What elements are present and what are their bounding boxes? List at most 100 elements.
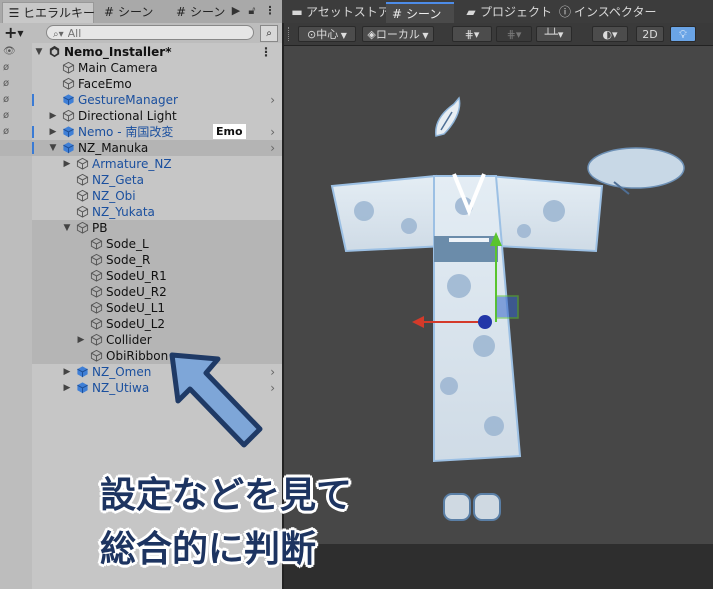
gameobject-icon [62,77,75,90]
toggle-2d-button[interactable]: 2D [636,26,664,42]
item-label: SodeU_R2 [106,285,167,299]
scene-menu-icon[interactable]: ⋮ [260,44,272,60]
hierarchy-item-nz-yukata[interactable]: NZ_Yukata [0,204,282,220]
hierarchy-item-gesturemanager[interactable]: ø GestureManager › [0,92,282,108]
grid-snap-dropdown[interactable]: ⋕▾ [452,26,492,42]
lighting-toggle-button[interactable]: 💡︎ [670,26,696,42]
hierarchy-item-sode-r[interactable]: Sode_R [0,252,282,268]
expand-arrow-icon[interactable]: ▼ [33,44,45,60]
tab-scene-2[interactable]: # シーン [170,2,228,23]
tab-scene[interactable]: # シーン [386,2,454,23]
prefab-variant-icon [63,126,74,138]
collapse-arrow-icon[interactable]: ▼ [61,220,73,236]
item-label: Sode_L [106,237,149,251]
hierarchy-item-sode-l[interactable]: Sode_L [0,236,282,252]
item-label: SodeU_R1 [106,269,167,283]
unity-scene-icon [49,45,60,58]
dropdown-arrow-icon: ▼ [419,31,429,40]
expand-arrow-icon[interactable]: ▶ [61,364,73,380]
pivot-dropdown[interactable]: ⊙中心 ▼ [298,26,356,42]
snap-icon: ⋕▾ [506,28,522,41]
search-box[interactable]: ⌕▾ [46,25,254,40]
lightbulb-icon: 💡︎ [679,28,687,41]
item-label: Sode_R [106,253,151,267]
prefab-icon [77,366,88,378]
toggle-2d-label: 2D [642,28,658,41]
collapse-arrow-icon[interactable]: ▼ [47,140,59,156]
chevron-right-icon[interactable]: › [270,380,275,396]
tab-project[interactable]: ▰ プロジェクト [460,2,552,23]
pivot-icon: ⊙ [307,28,317,41]
gameobject-icon [90,317,103,330]
eye-icon[interactable]: 👁︎ [3,44,16,60]
hierarchy-item-main-camera[interactable]: ø Main Camera [0,60,282,76]
hierarchy-item-pb[interactable]: ▼ PB [0,220,282,236]
expand-arrow-icon[interactable]: ▶ [75,332,87,348]
tab-inspector[interactable]: ⓘ インスペクター [554,2,664,23]
emo-tag: Emo [213,124,246,139]
toolbar-grip-icon [288,27,291,41]
eye-hidden-icon[interactable]: ø [3,92,9,108]
store-icon: ▬ [291,5,303,19]
geta-right [473,493,501,521]
hierarchy-item-sodeu-l1[interactable]: SodeU_L1 [0,300,282,316]
gameobject-icon [90,269,103,282]
hierarchy-root-row[interactable]: 👁︎ ▼ Nemo_Installer* ⋮ [0,44,282,60]
hierarchy-item-nemo[interactable]: ø ▶ Nemo - 南国改変 Emo › [0,124,282,140]
ruler-dropdown[interactable]: ┴┴▾ [536,26,572,42]
tab-scene-1-label: シーン [118,5,154,19]
shading-dropdown[interactable]: ◐▾ [592,26,628,42]
tab-scroll-right-icon[interactable]: ▶ [228,3,244,19]
prefab-icon [63,142,74,154]
chevron-right-icon[interactable]: › [270,364,275,380]
item-label: PB [92,221,108,235]
expand-arrow-icon[interactable]: ▶ [47,124,59,140]
chevron-right-icon[interactable]: › [270,92,275,108]
gizmo-z-handle [478,315,492,329]
hierarchy-item-sodeu-r2[interactable]: SodeU_R2 [0,284,282,300]
eye-hidden-icon[interactable]: ø [3,76,9,92]
item-label: ObiRibbon [106,349,169,363]
prefab-override-marker [32,94,34,106]
plus-icon: + [4,23,18,42]
eye-hidden-icon[interactable]: ø [3,108,9,124]
increment-snap-dropdown[interactable]: ⋕▾ [496,26,532,42]
hierarchy-item-armature-nz[interactable]: ▶ Armature_NZ [0,156,282,172]
gameobject-icon [76,173,89,186]
hierarchy-item-nz-geta[interactable]: NZ_Geta [0,172,282,188]
hierarchy-item-sodeu-l2[interactable]: SodeU_L2 [0,316,282,332]
hierarchy-item-faceemo[interactable]: ø FaceEmo [0,76,282,92]
scene-root: Nemo_Installer* [48,44,171,60]
eye-hidden-icon[interactable]: ø [3,60,9,76]
obi-cord [449,238,489,242]
expand-arrow-icon[interactable]: ▶ [47,108,59,124]
chevron-right-icon[interactable]: › [270,140,275,156]
expand-arrow-icon[interactable]: ▶ [61,380,73,396]
eye-hidden-icon[interactable]: ø [3,124,9,140]
search-icon: ⌕▾ [53,29,64,40]
item-label: NZ_Obi [92,189,136,203]
lock-icon[interactable]: 🔓︎ [244,3,260,19]
hierarchy-item-directional-light[interactable]: ø ▶ Directional Light [0,108,282,124]
tab-hierarchy[interactable]: ☰ ヒエラルキー [2,2,95,23]
space-dropdown[interactable]: ◈ローカル ▼ [362,26,434,42]
expand-arrow-icon[interactable]: ▶ [61,156,73,172]
tab-scene-1[interactable]: # シーン [98,2,164,23]
tab-asset-store[interactable]: ▬ アセットストア [286,2,389,23]
gameobject-icon [90,301,103,314]
search-input[interactable] [67,27,238,40]
hierarchy-item-sodeu-r1[interactable]: SodeU_R1 [0,268,282,284]
tab-asset-store-label: アセットストア [306,5,390,19]
info-icon: ⓘ [558,5,571,19]
item-label: Armature_NZ [92,157,172,171]
hierarchy-item-nz-obi[interactable]: NZ_Obi [0,188,282,204]
item-label: GestureManager [78,93,178,107]
scene-visibility-button[interactable]: ⌕ [260,25,278,42]
gameobject-icon [90,333,103,346]
chevron-right-icon[interactable]: › [270,124,275,140]
hierarchy-item-nz-manuka[interactable]: ▼ NZ_Manuka › [0,140,282,156]
arrow-shape [169,352,263,448]
create-button[interactable]: +▼ [4,23,24,43]
gameobject-icon [76,221,89,234]
tab-menu-icon[interactable]: ⋮ [262,3,278,19]
